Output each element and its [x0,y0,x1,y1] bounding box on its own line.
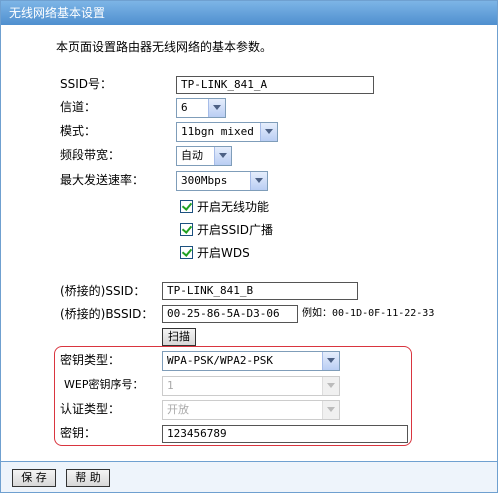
mode-select[interactable]: 11bgn mixed [176,122,278,142]
chevron-down-icon [322,401,339,419]
key-type-label: 密钥类型： [60,353,121,367]
bridge-bssid-label: (桥接的)BSSID： [60,307,154,321]
key-type-value: WPA-PSK/WPA2-PSK [167,354,273,367]
mode-label: 模式： [60,124,97,138]
chevron-down-icon [250,172,267,190]
key-input[interactable]: 123456789 [162,425,408,443]
wep-index-value: 1 [167,379,174,392]
bridge-bssid-input[interactable]: 00-25-86-5A-D3-06 [162,305,298,323]
wep-index-select[interactable]: 1 [162,376,340,396]
chevron-down-icon [214,147,231,165]
key-type-select[interactable]: WPA-PSK/WPA2-PSK [162,351,340,371]
panel-title: 无线网络基本设置 [1,1,497,25]
max-rate-value: 300Mbps [181,174,228,187]
auth-type-value: 开放 [167,403,189,416]
mode-value: 11bgn mixed [181,125,254,138]
scan-button[interactable]: 扫描 [162,328,196,346]
chevron-down-icon [322,352,339,370]
channel-value: 6 [181,101,188,114]
ssid-broadcast-label: 开启SSID广播 [197,223,274,237]
ssid-broadcast-checkbox[interactable] [180,223,193,236]
ssid-label: SSID号： [60,77,113,91]
max-rate-label: 最大发送速率： [60,173,145,187]
chevron-down-icon [322,377,339,395]
channel-select[interactable]: 6 [176,98,226,118]
help-button[interactable]: 帮 助 [66,469,110,487]
enable-wireless-label: 开启无线功能 [197,200,270,214]
auth-type-select[interactable]: 开放 [162,400,340,420]
enable-wireless-checkbox[interactable] [180,200,193,213]
key-label: 密钥： [60,426,97,440]
ssid-input[interactable]: TP-LINK_841_A [176,76,374,94]
chevron-down-icon [260,123,277,141]
bandwidth-select[interactable]: 自动 [176,146,232,166]
bssid-example: 例如：00-1D-0F-11-22-33 [302,308,435,319]
channel-label: 信道： [60,100,97,114]
bridge-ssid-input[interactable]: TP-LINK_841_B [162,282,358,300]
bridge-ssid-label: (桥接的)SSID： [60,284,146,298]
chevron-down-icon [208,99,225,117]
wds-checkbox[interactable] [180,246,193,259]
bandwidth-label: 频段带宽： [60,148,121,162]
page-description: 本页面设置路由器无线网络的基本参数。 [56,40,273,54]
save-button[interactable]: 保 存 [12,469,56,487]
wds-label: 开启WDS [197,246,250,260]
auth-type-label: 认证类型： [60,402,121,416]
max-rate-select[interactable]: 300Mbps [176,171,268,191]
bandwidth-value: 自动 [181,149,203,162]
wep-index-label: WEP密钥序号： [64,378,144,391]
